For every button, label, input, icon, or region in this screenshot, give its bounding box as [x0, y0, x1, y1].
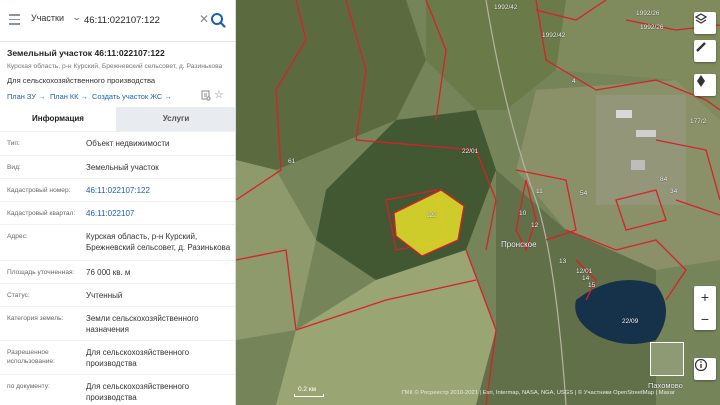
property-row: Адрес: Курская область, р-н Курский, Бре…	[0, 224, 235, 260]
parcel-label: 22/01	[462, 148, 479, 155]
property-row: Тип: Объект недвижимости	[0, 131, 235, 155]
tab-services[interactable]: Услуги	[116, 107, 235, 131]
parcel-label: 11	[536, 188, 543, 195]
property-label: Разрешенное использование:	[7, 349, 55, 365]
property-label: Вид:	[7, 164, 21, 171]
location-pin-icon	[697, 75, 705, 87]
property-label: Статус:	[7, 292, 30, 299]
parcel-label: 12	[531, 222, 539, 229]
property-label: Площадь уточненная:	[7, 269, 75, 276]
property-row: Разрешенное использование: Для сельскохо…	[0, 340, 235, 374]
property-value: Учтенный	[86, 291, 123, 300]
search-bar: Участки ⌄ ✕	[0, 0, 235, 42]
zoom-in-button[interactable]: +	[694, 286, 716, 308]
layers-icon	[694, 13, 708, 24]
parcel-label: 14	[582, 275, 590, 282]
map-attribution: ПКК © Росреестр 2010-2021 | Esri, Interm…	[402, 390, 675, 396]
property-row: Вид: Земельный участок	[0, 155, 235, 178]
tab-info[interactable]: Информация	[0, 107, 116, 131]
ruler-button[interactable]	[694, 40, 716, 62]
tab-bar: Информация Услуги	[0, 107, 235, 131]
parcel-label: 22/09	[622, 318, 639, 325]
parcel-label: 34	[670, 188, 678, 195]
property-label: Кадастровый квартал:	[7, 210, 76, 217]
parcel-label: 1992/42	[542, 32, 566, 39]
property-row: Площадь уточненная: 76 000 кв. м	[0, 260, 235, 283]
property-label: Адрес:	[7, 233, 28, 240]
star-icon[interactable]: ☆	[214, 88, 224, 101]
village-label: Пронское	[501, 240, 537, 249]
plan-kk-link[interactable]: План КК →	[50, 92, 88, 101]
scale-label: 0.2 км	[298, 386, 317, 393]
create-parcel-link[interactable]: Создать участок ЖС →	[92, 92, 172, 101]
parcel-label: 15	[588, 282, 596, 289]
object-purpose: Для сельскохозяйственного производства	[7, 76, 156, 85]
property-label: Тип:	[7, 140, 20, 147]
parcel-label: 1992/26	[640, 24, 664, 31]
scale-bar	[294, 394, 324, 397]
search-button[interactable]	[208, 9, 228, 31]
satellite-imagery	[236, 0, 720, 405]
info-panel: Участки ⌄ ✕ Земельный участок 46:11:0221…	[0, 0, 236, 405]
property-value: Объект недвижимости	[86, 139, 170, 148]
info-icon	[694, 358, 708, 372]
parcel-label: 1992/26	[636, 10, 660, 17]
property-value: Для сельскохозяйственного производства	[86, 348, 190, 368]
parcel-label: 61	[288, 158, 296, 165]
parcel-label: 10	[519, 210, 527, 217]
zoom-controls: + −	[694, 286, 716, 330]
property-row: Кадастровый номер: 46:11:022107:122	[0, 178, 235, 201]
locate-button[interactable]	[694, 74, 716, 96]
property-label: Кадастровый номер:	[7, 187, 71, 194]
parcel-label: 84	[660, 176, 668, 183]
property-value: Для сельскохозяйственного производства	[86, 382, 190, 402]
parcel-label: 54	[580, 190, 588, 197]
zoom-out-button[interactable]: −	[694, 308, 716, 330]
parcel-label: 4	[572, 78, 576, 85]
cadastral-quarter-link[interactable]: 46:11:022107	[86, 208, 231, 219]
menu-icon[interactable]	[9, 14, 20, 26]
layers-button[interactable]	[694, 12, 716, 34]
property-row: Кадастровый квартал: 46:11:022107	[0, 201, 235, 224]
property-row: по документу: Для сельскохозяйственного …	[0, 374, 235, 405]
layer-select[interactable]: Участки	[31, 13, 64, 23]
property-value: Земельный участок	[86, 163, 159, 172]
plan-zu-link[interactable]: План ЗУ →	[7, 92, 45, 101]
chevron-down-icon[interactable]: ⌄	[72, 12, 82, 23]
property-label: Категория земель:	[7, 315, 64, 322]
info-button[interactable]	[694, 358, 716, 380]
search-icon	[211, 13, 226, 28]
object-title: Земельный участок 46:11:022107:122	[7, 48, 165, 58]
parcel-label: 177/2	[690, 118, 707, 125]
search-input[interactable]	[84, 11, 196, 29]
map-view[interactable]: 1992/42 1992/42 1992/26 1992/26 61 22/01…	[236, 0, 720, 405]
property-value: 76 000 кв. м	[86, 268, 131, 277]
mini-map[interactable]	[650, 342, 684, 376]
parcel-label: 13	[559, 258, 567, 265]
property-value: Земли сельскохозяйственного назначения	[86, 314, 199, 334]
property-value: Курская область, р-н Курский, Брежневски…	[86, 232, 231, 252]
selected-parcel-label: 122	[426, 212, 437, 219]
property-label: по документу:	[7, 383, 50, 390]
parcel-label: 1992/42	[494, 4, 518, 11]
mini-map-label: Пахомово	[648, 381, 683, 390]
ruler-icon	[696, 42, 706, 52]
property-row: Статус: Учтенный	[0, 283, 235, 306]
property-row: Категория земель: Земли сельскохозяйстве…	[0, 306, 235, 340]
parcel-label: 12/01	[576, 268, 593, 275]
object-address: Курская область, р-н Курский, Брежневски…	[7, 63, 223, 70]
cadastral-number-link[interactable]: 46:11:022107:122	[86, 185, 231, 196]
print-icon[interactable]	[201, 90, 211, 101]
